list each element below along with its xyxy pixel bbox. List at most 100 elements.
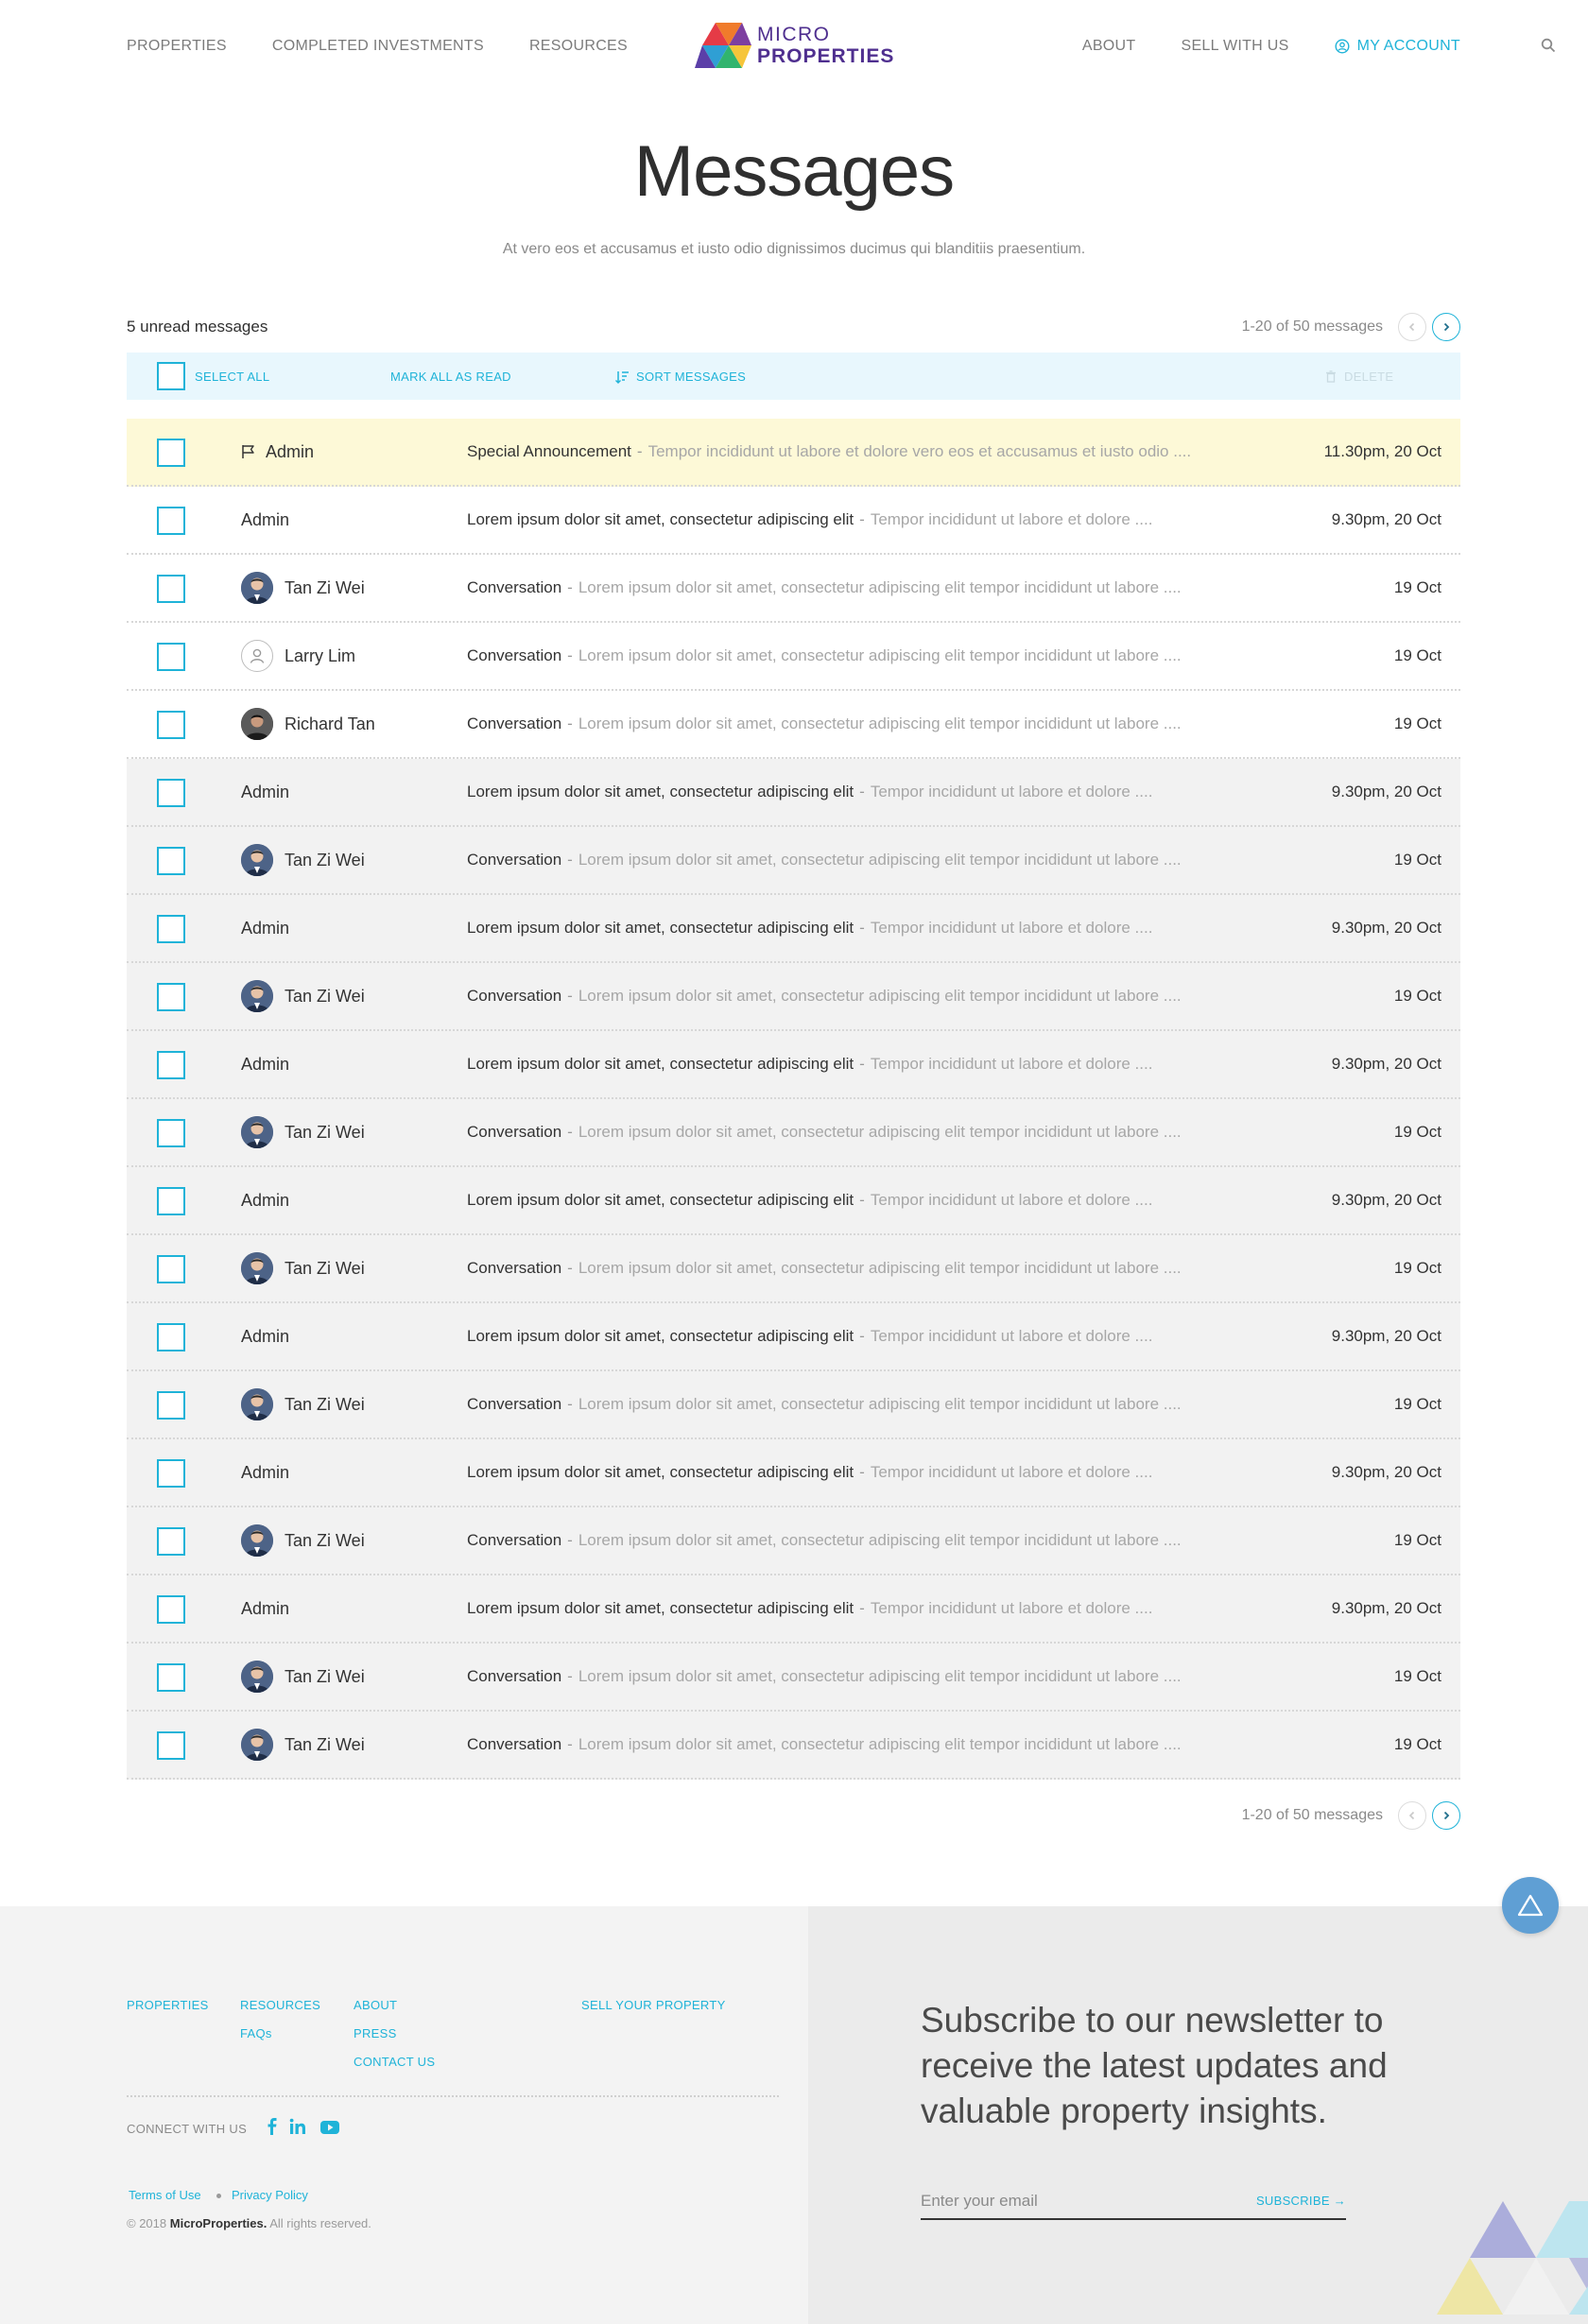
message-content: Lorem ipsum dolor sit amet, consectetur … xyxy=(467,487,1242,553)
next-page-button[interactable] xyxy=(1432,313,1460,341)
sender-name: Tan Zi Wei xyxy=(285,850,365,869)
message-checkbox[interactable] xyxy=(157,507,185,535)
message-row[interactable]: Admin Lorem ipsum dolor sit amet, consect… xyxy=(127,895,1460,963)
message-subject: Conversation xyxy=(467,851,562,869)
message-checkbox[interactable] xyxy=(157,779,185,807)
message-checkbox[interactable] xyxy=(157,1731,185,1760)
site-logo[interactable]: MICRO PROPERTIES xyxy=(695,23,894,68)
privacy-link[interactable]: Privacy Policy xyxy=(232,2188,308,2202)
message-row[interactable]: Tan Zi Wei Conversation - Lorem ipsum dolor… xyxy=(127,963,1460,1031)
subscribe-button[interactable]: SUBSCRIBE → xyxy=(1256,2194,1346,2208)
nav-about[interactable]: ABOUT xyxy=(1082,38,1136,55)
delete-button[interactable]: DELETE xyxy=(1325,370,1393,384)
message-row[interactable]: Admin Lorem ipsum dolor sit amet, consect… xyxy=(127,1575,1460,1644)
subject-separator: - xyxy=(567,1123,573,1141)
message-content: Lorem ipsum dolor sit amet, consectetur … xyxy=(467,895,1242,961)
message-checkbox[interactable] xyxy=(157,643,185,671)
footer-link-contact[interactable]: CONTACT US xyxy=(354,2055,435,2069)
message-row[interactable]: Richard Tan Conversation - Lorem ipsum dolo… xyxy=(127,691,1460,759)
message-checkbox[interactable] xyxy=(157,1323,185,1351)
message-row[interactable]: Admin Lorem ipsum dolor sit amet, consect… xyxy=(127,1167,1460,1235)
message-date: 9.30pm, 20 Oct xyxy=(1331,510,1441,528)
message-subject: Conversation xyxy=(467,578,562,596)
chevron-left-icon xyxy=(1408,1811,1415,1820)
message-row[interactable]: Admin Lorem ipsum dolor sit amet, consect… xyxy=(127,1031,1460,1099)
logo-text-properties: PROPERTIES xyxy=(757,45,895,67)
select-all-button[interactable]: SELECT ALL xyxy=(195,370,269,384)
footer-link-faqs[interactable]: FAQs xyxy=(240,2026,272,2040)
message-sender: Admin xyxy=(241,419,314,485)
sender-name: Admin xyxy=(241,1462,290,1482)
message-content: Conversation - Lorem ipsum dolor sit amet,… xyxy=(467,1712,1242,1778)
message-checkbox[interactable] xyxy=(157,1255,185,1283)
site-header: PROPERTIES COMPLETED INVESTMENTS RESOURC… xyxy=(0,0,1588,95)
nav-properties[interactable]: PROPERTIES xyxy=(127,38,227,55)
nav-my-account[interactable]: MY ACCOUNT xyxy=(1335,38,1460,55)
message-row[interactable]: Admin Special Announcement - Tempor incidid… xyxy=(127,419,1460,487)
message-sender: Admin xyxy=(241,1031,289,1097)
message-checkbox[interactable] xyxy=(157,1459,185,1488)
message-checkbox[interactable] xyxy=(157,983,185,1011)
search-button[interactable] xyxy=(1541,38,1556,58)
message-row[interactable]: Tan Zi Wei Conversation - Lorem ipsum dolor… xyxy=(127,1507,1460,1575)
select-all-checkbox[interactable] xyxy=(157,362,185,390)
nav-resources[interactable]: RESOURCES xyxy=(529,38,628,55)
sender-name: Admin xyxy=(241,1326,290,1346)
message-preview: Tempor incididunt ut labore et dolore ve… xyxy=(647,442,1192,460)
message-subject: Conversation xyxy=(467,987,562,1005)
message-checkbox[interactable] xyxy=(157,1119,185,1147)
email-input[interactable] xyxy=(921,2184,1242,2218)
next-page-button-bottom[interactable] xyxy=(1432,1801,1460,1830)
prev-page-button-bottom[interactable] xyxy=(1398,1801,1426,1830)
message-checkbox[interactable] xyxy=(157,1187,185,1215)
message-preview: Lorem ipsum dolor sit amet, consectetur … xyxy=(578,1395,1182,1413)
scroll-to-top-button[interactable] xyxy=(1502,1877,1559,1934)
avatar xyxy=(241,1116,273,1148)
message-row[interactable]: Tan Zi Wei Conversation - Lorem ipsum dolor… xyxy=(127,1235,1460,1303)
terms-link[interactable]: Terms of Use xyxy=(129,2188,201,2202)
message-row[interactable]: Larry Lim Conversation - Lorem ipsum dolor … xyxy=(127,623,1460,691)
message-row[interactable]: Tan Zi Wei Conversation - Lorem ipsum dolor… xyxy=(127,827,1460,895)
message-row[interactable]: Tan Zi Wei Conversation - Lorem ipsum dolor… xyxy=(127,1371,1460,1439)
message-checkbox[interactable] xyxy=(157,711,185,739)
bottom-pagination: 1-20 of 50 messages xyxy=(1242,1801,1460,1830)
nav-sell-with-us[interactable]: SELL WITH US xyxy=(1181,38,1288,55)
footer-link-sell-property[interactable]: SELL YOUR PROPERTY xyxy=(581,1998,726,2012)
nav-completed-investments[interactable]: COMPLETED INVESTMENTS xyxy=(272,38,484,55)
message-row[interactable]: Tan Zi Wei Conversation - Lorem ipsum dolor… xyxy=(127,1644,1460,1712)
message-row[interactable]: Admin Lorem ipsum dolor sit amet, consect… xyxy=(127,759,1460,827)
message-row[interactable]: Tan Zi Wei Conversation - Lorem ipsum dolor… xyxy=(127,555,1460,623)
message-checkbox[interactable] xyxy=(157,575,185,603)
message-checkbox[interactable] xyxy=(157,847,185,875)
sort-messages-button[interactable]: SORT MESSAGES xyxy=(615,370,746,384)
message-row[interactable]: Admin Lorem ipsum dolor sit amet, consect… xyxy=(127,487,1460,555)
message-checkbox[interactable] xyxy=(157,915,185,943)
message-content: Conversation - Lorem ipsum dolor sit amet,… xyxy=(467,1235,1242,1301)
message-row[interactable]: Tan Zi Wei Conversation - Lorem ipsum dolor… xyxy=(127,1712,1460,1780)
newsletter-form: SUBSCRIBE → xyxy=(921,2184,1346,2220)
message-checkbox[interactable] xyxy=(157,1051,185,1079)
message-checkbox[interactable] xyxy=(157,1527,185,1556)
message-checkbox[interactable] xyxy=(157,1595,185,1624)
message-checkbox[interactable] xyxy=(157,439,185,467)
message-row[interactable]: Admin Lorem ipsum dolor sit amet, consect… xyxy=(127,1439,1460,1507)
prev-page-button[interactable] xyxy=(1398,313,1426,341)
message-date: 19 Oct xyxy=(1393,1123,1441,1141)
footer-link-resources[interactable]: RESOURCES xyxy=(240,1998,320,2012)
message-list: Admin Special Announcement - Tempor incidid… xyxy=(127,419,1460,1780)
linkedin-link[interactable] xyxy=(289,2118,306,2140)
youtube-link[interactable] xyxy=(320,2121,339,2139)
footer-link-properties[interactable]: PROPERTIES xyxy=(127,1998,209,2012)
message-checkbox[interactable] xyxy=(157,1391,185,1420)
facebook-link[interactable] xyxy=(267,2118,278,2140)
message-row[interactable]: Tan Zi Wei Conversation - Lorem ipsum dolor… xyxy=(127,1099,1460,1167)
message-preview: Lorem ipsum dolor sit amet, consectetur … xyxy=(578,1667,1182,1685)
avatar xyxy=(241,1524,273,1557)
message-row[interactable]: Admin Lorem ipsum dolor sit amet, consect… xyxy=(127,1303,1460,1371)
mark-all-read-button[interactable]: MARK ALL AS READ xyxy=(390,370,511,384)
message-preview: Tempor incididunt ut labore et dolore ..… xyxy=(870,1191,1153,1209)
sort-icon xyxy=(615,370,629,384)
footer-link-press[interactable]: PRESS xyxy=(354,2026,397,2040)
message-checkbox[interactable] xyxy=(157,1663,185,1692)
footer-link-about[interactable]: ABOUT xyxy=(354,1998,397,2012)
